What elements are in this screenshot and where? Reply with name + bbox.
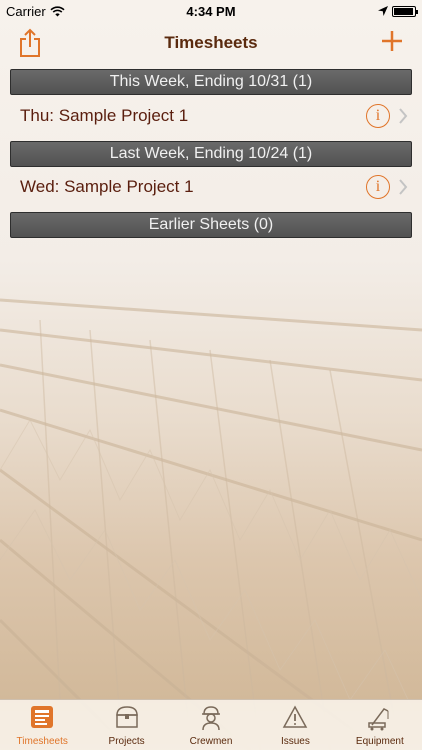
tab-label: Projects [108, 736, 145, 747]
crane-icon [368, 708, 389, 731]
warning-icon [283, 705, 308, 728]
tab-label: Timesheets [16, 736, 68, 747]
tab-label: Equipment [355, 736, 404, 747]
timesheet-icon [31, 706, 54, 728]
share-icon[interactable] [18, 28, 42, 58]
chevron-right-icon [399, 108, 408, 124]
section-header-this-week: This Week, Ending 10/31 (1) [10, 69, 412, 95]
info-icon[interactable]: i [366, 175, 390, 199]
section-header-last-week: Last Week, Ending 10/24 (1) [10, 141, 412, 167]
worker-icon [202, 706, 221, 731]
battery-icon [392, 5, 418, 17]
battery-level [394, 7, 413, 15]
timesheet-row[interactable]: Wed: Sample Project 1 i [0, 165, 422, 209]
tab-crewmen[interactable]: Crewmen [169, 700, 253, 750]
chevron-right-icon [399, 179, 408, 195]
timesheet-row[interactable]: Thu: Sample Project 1 i [0, 94, 422, 138]
section-header-earlier: Earlier Sheets (0) [10, 212, 412, 238]
tab-label: Crewmen [189, 736, 233, 747]
status-time: 4:34 PM [186, 3, 236, 19]
timesheet-row-label: Wed: Sample Project 1 [20, 177, 194, 196]
tab-label: Issues [280, 736, 310, 747]
status-bar: Carrier 4:34 PM [0, 0, 422, 22]
tab-timesheets[interactable]: Timesheets [0, 700, 84, 750]
page-title: Timesheets [164, 33, 258, 52]
tab-issues[interactable]: Issues [253, 700, 337, 750]
navigation-bar: Timesheets [0, 22, 422, 64]
tab-bar: Timesheets Projects Crewmen Issues Equip… [0, 699, 422, 750]
timesheet-row-label: Thu: Sample Project 1 [20, 106, 189, 125]
chest-icon [115, 706, 138, 728]
info-icon[interactable]: i [366, 104, 390, 128]
plus-icon[interactable] [380, 29, 404, 53]
tab-equipment[interactable]: Equipment [338, 700, 422, 750]
tab-projects[interactable]: Projects [84, 700, 168, 750]
